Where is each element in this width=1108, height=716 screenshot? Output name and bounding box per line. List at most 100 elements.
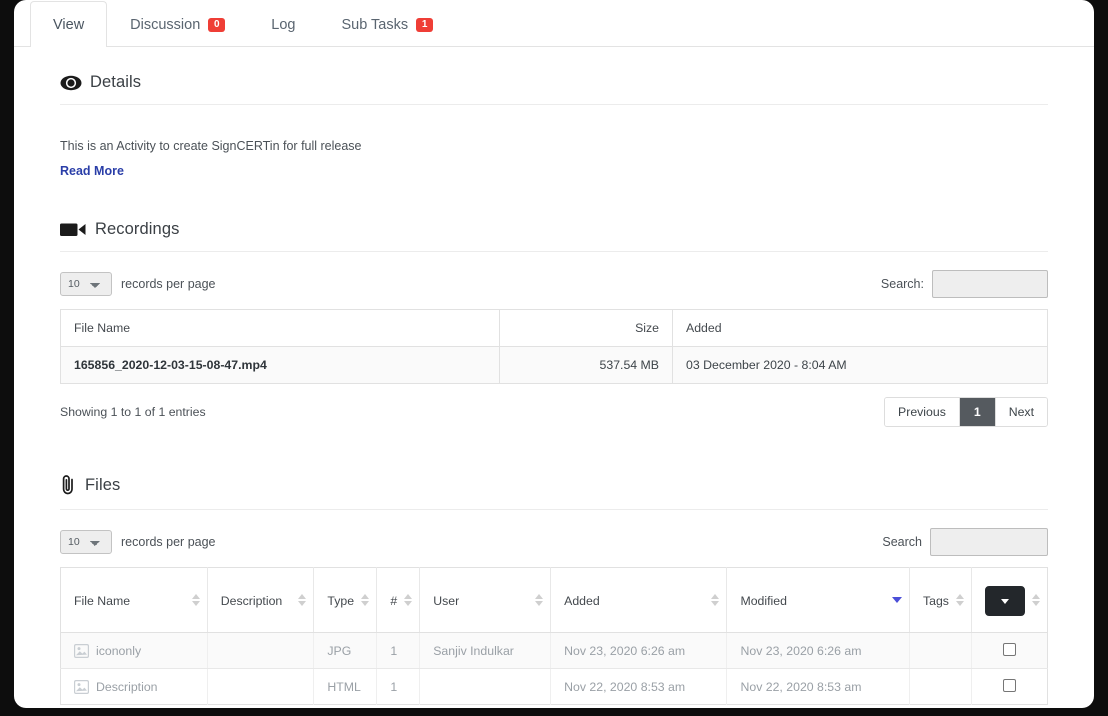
recordings-cell-file-name: 165856_2020-12-03-15-08-47.mp4 [60,346,500,384]
recordings-title: Recordings [95,220,180,238]
files-cell-added: Nov 22, 2020 8:53 am [550,668,728,705]
recordings-records-per-page-select[interactable]: 10 25 50 100 [60,272,112,296]
recordings-col-added: Added [672,309,1048,347]
files-col-description-label: Description [220,594,283,608]
files-cell-user [419,668,552,705]
image-placeholder-icon [74,643,89,658]
files-cell-file-name-text: Description [96,679,158,694]
files-col-actions[interactable] [971,567,1048,633]
files-col-file-name[interactable]: File Name [60,567,208,633]
table-row[interactable]: Description HTML 1 Nov 22, 2020 8:53 am … [60,668,1048,705]
files-name-cell: Description [74,680,194,694]
recordings-length-wrap: 10 25 50 100 records per page [60,272,216,296]
recordings-table-head: File Name Size Added [60,309,1048,347]
sort-icon[interactable] [1032,594,1040,606]
files-table-body: icononly JPG 1 Sanjiv Indulkar Nov 23, 2… [60,632,1048,705]
files-col-user[interactable]: User [419,567,552,633]
eye-icon [60,75,82,91]
read-more-link[interactable]: Read More [60,164,124,178]
chevron-down-icon [1000,598,1009,604]
files-section-header: Files [60,473,1048,510]
recordings-table-body: 165856_2020-12-03-15-08-47.mp4 537.54 MB… [60,346,1048,384]
files-header-row: File Name Description Type # User Added … [60,567,1048,633]
files-cell-file-name-text: icononly [96,643,142,658]
files-search-label: Search [882,535,922,549]
card-body: Details This is an Activity to create Si… [14,47,1094,708]
sort-icon[interactable] [404,594,413,606]
bulk-actions-dropdown-button[interactable] [984,586,1025,616]
recordings-cell-added: 03 December 2020 - 8:04 AM [672,346,1048,384]
sort-icon[interactable] [298,594,307,606]
recordings-length-label: records per page [121,277,216,291]
sort-icon[interactable] [711,594,720,606]
paperclip-icon [60,473,77,497]
sort-icon-active[interactable] [891,597,902,603]
tab-sub-tasks-badge: 1 [416,17,434,32]
table-row[interactable]: icononly JPG 1 Sanjiv Indulkar Nov 23, 2… [60,632,1048,669]
sort-icon[interactable] [535,594,544,606]
files-cell-select [971,632,1048,669]
recordings-search-label: Search: [880,277,924,291]
files-records-per-page-select[interactable]: 10 25 50 100 [60,530,112,554]
recordings-section-header: Recordings [60,220,1048,252]
files-cell-number: 1 [376,632,421,669]
files-cell-file-name: Description [60,668,208,705]
recordings-cell-size: 537.54 MB [499,346,673,384]
files-name-cell: icononly [74,644,194,658]
files-col-user-label: User [433,594,460,608]
sort-icon[interactable] [955,594,964,606]
files-title: Files [85,475,121,494]
tab-sub-tasks-label: Sub Tasks [341,16,409,33]
spacer-details-recordings [60,180,1048,220]
recordings-header-row: File Name Size Added [60,309,1048,347]
tab-view[interactable]: View [30,1,108,47]
files-col-added-label: Added [564,594,600,608]
recordings-previous-button[interactable]: Previous [885,398,960,426]
page-root: View Discussion 0 Log Sub Tasks 1 Detail… [0,0,1108,716]
table-row[interactable]: 165856_2020-12-03-15-08-47.mp4 537.54 MB… [60,346,1048,384]
recordings-next-button[interactable]: Next [995,398,1047,426]
sort-icon[interactable] [361,594,370,606]
files-cell-modified: Nov 23, 2020 6:26 am [726,632,910,669]
files-cell-type: JPG [313,632,378,669]
files-col-tags[interactable]: Tags [909,567,972,633]
recordings-search-wrap: Search: [881,270,1048,298]
recordings-page-1-button[interactable]: 1 [959,398,996,426]
files-cell-tags [909,632,972,669]
files-col-modified-label: Modified [740,594,787,608]
files-table-head: File Name Description Type # User Added … [60,567,1048,633]
files-col-added[interactable]: Added [550,567,728,633]
files-search-wrap: Search [882,528,1048,556]
sort-icon[interactable] [191,594,200,606]
files-cell-tags [909,668,972,705]
tab-log[interactable]: Log [248,1,318,47]
recordings-pager-row: Showing 1 to 1 of 1 entries Previous 1 N… [60,397,1048,427]
video-camera-icon [60,221,87,238]
details-body-text: This is an Activity to create SignCERTin… [60,139,362,153]
files-col-number-label: # [390,594,398,608]
files-col-type[interactable]: Type [313,567,378,633]
tab-sub-tasks[interactable]: Sub Tasks 1 [318,1,456,47]
files-search-input[interactable] [930,528,1048,556]
row-select-checkbox[interactable] [1002,642,1016,656]
files-length-wrap: 10 25 50 100 records per page [60,530,216,554]
tab-discussion-label: Discussion [130,16,201,33]
files-cell-user: Sanjiv Indulkar [419,632,552,669]
tab-discussion[interactable]: Discussion 0 [107,1,248,47]
files-table-controls: 10 25 50 100 records per page Search [60,528,1048,556]
recordings-table-controls: 10 25 50 100 records per page Search: [60,270,1048,298]
files-cell-file-name: icononly [60,632,208,669]
recordings-table: File Name Size Added 165856_2020-12-03-1… [60,309,1048,384]
files-col-description[interactable]: Description [207,567,315,633]
image-placeholder-icon [74,679,89,694]
tab-bar: View Discussion 0 Log Sub Tasks 1 [14,0,1094,47]
files-col-modified[interactable]: Modified [726,567,910,633]
spacer-recordings-files [60,427,1048,473]
files-cell-description [207,632,315,669]
content-card: View Discussion 0 Log Sub Tasks 1 Detail… [14,0,1094,708]
files-col-number[interactable]: # [376,567,421,633]
tab-log-label: Log [271,16,296,33]
recordings-search-input[interactable] [932,270,1048,298]
details-section-header: Details [60,73,1048,105]
row-select-checkbox[interactable] [1002,678,1016,692]
